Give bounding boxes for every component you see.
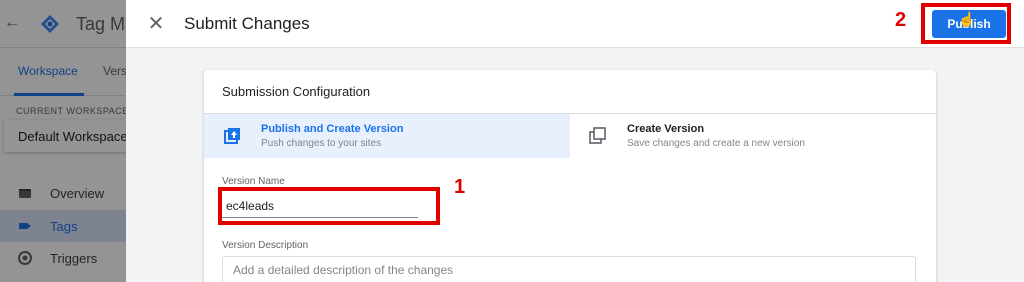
option-create-version[interactable]: Create Version Save changes and create a… — [570, 114, 936, 158]
annotation-number-2: 2 — [895, 9, 907, 31]
publish-version-icon — [224, 128, 240, 144]
submit-changes-dialog: ✕ Submit Changes Publish ☝ Submission Co… — [126, 0, 1024, 282]
option-subtitle: Save changes and create a new version — [627, 138, 805, 149]
annotation-number-1: 1 — [454, 176, 466, 198]
card-title: Submission Configuration — [222, 84, 371, 99]
version-description-input[interactable] — [222, 256, 916, 282]
create-version-icon — [589, 127, 606, 144]
dialog-title: Submit Changes — [184, 14, 310, 33]
option-subtitle: Push changes to your sites — [261, 138, 382, 149]
close-icon[interactable]: ✕ — [144, 12, 168, 36]
version-name-input[interactable] — [222, 194, 418, 218]
option-title: Create Version — [627, 123, 705, 135]
version-name-label: Version Name — [222, 176, 285, 187]
publish-button[interactable]: Publish — [932, 10, 1006, 38]
version-description-label: Version Description — [222, 240, 309, 251]
submission-configuration-card: Submission Configuration Publish and Cre… — [204, 70, 936, 282]
option-title: Publish and Create Version — [261, 123, 404, 135]
dialog-header: ✕ Submit Changes Publish ☝ — [126, 0, 1024, 48]
option-publish-and-create-version[interactable]: Publish and Create Version Push changes … — [204, 114, 570, 158]
